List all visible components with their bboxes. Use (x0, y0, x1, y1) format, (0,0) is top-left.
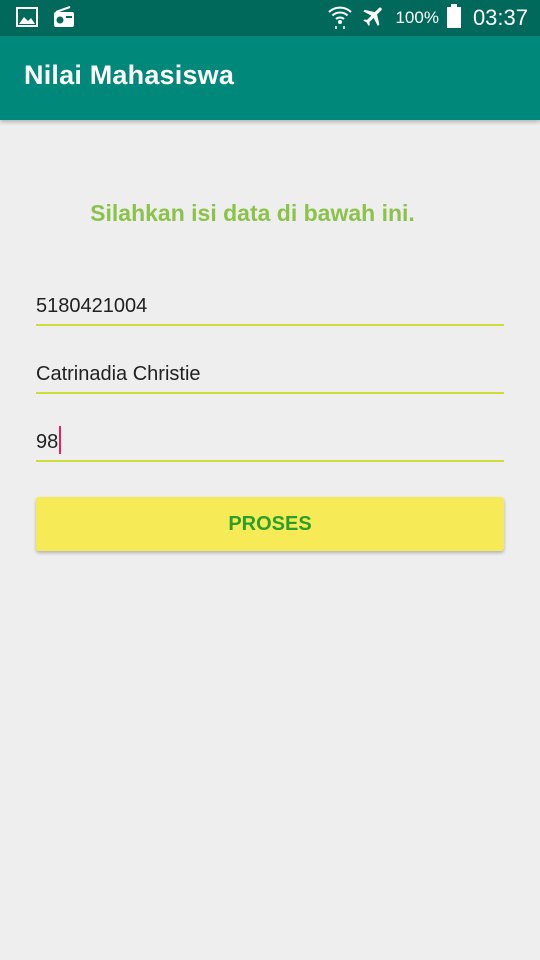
nama-field[interactable]: Catrinadia Christie (36, 352, 504, 394)
status-bar: 100% 03:37 (0, 0, 540, 36)
image-icon (16, 6, 38, 33)
radio-icon (52, 6, 76, 33)
clock: 03:37 (472, 5, 528, 30)
nama-value: Catrinadia Christie (36, 363, 201, 385)
airplane-mode-icon (361, 3, 387, 34)
proses-button[interactable]: PROSES (36, 497, 504, 551)
text-cursor (59, 426, 62, 454)
battery-percentage: 100% (395, 8, 439, 27)
nim-field[interactable]: 5180421004 (36, 284, 504, 326)
nilai-value-wrapper: 98 (36, 426, 62, 454)
nilai-value: 98 (36, 431, 59, 453)
nilai-field[interactable]: 98 (36, 420, 504, 462)
proses-button-label: PROSES (228, 512, 312, 535)
app-bar: Nilai Mahasiswa (0, 36, 540, 120)
battery-icon (446, 3, 461, 33)
nim-value: 5180421004 (36, 295, 148, 317)
app-title: Nilai Mahasiswa (24, 60, 235, 90)
instruction-text: Silahkan isi data di bawah ini. (90, 200, 415, 226)
wifi-icon (327, 3, 353, 34)
